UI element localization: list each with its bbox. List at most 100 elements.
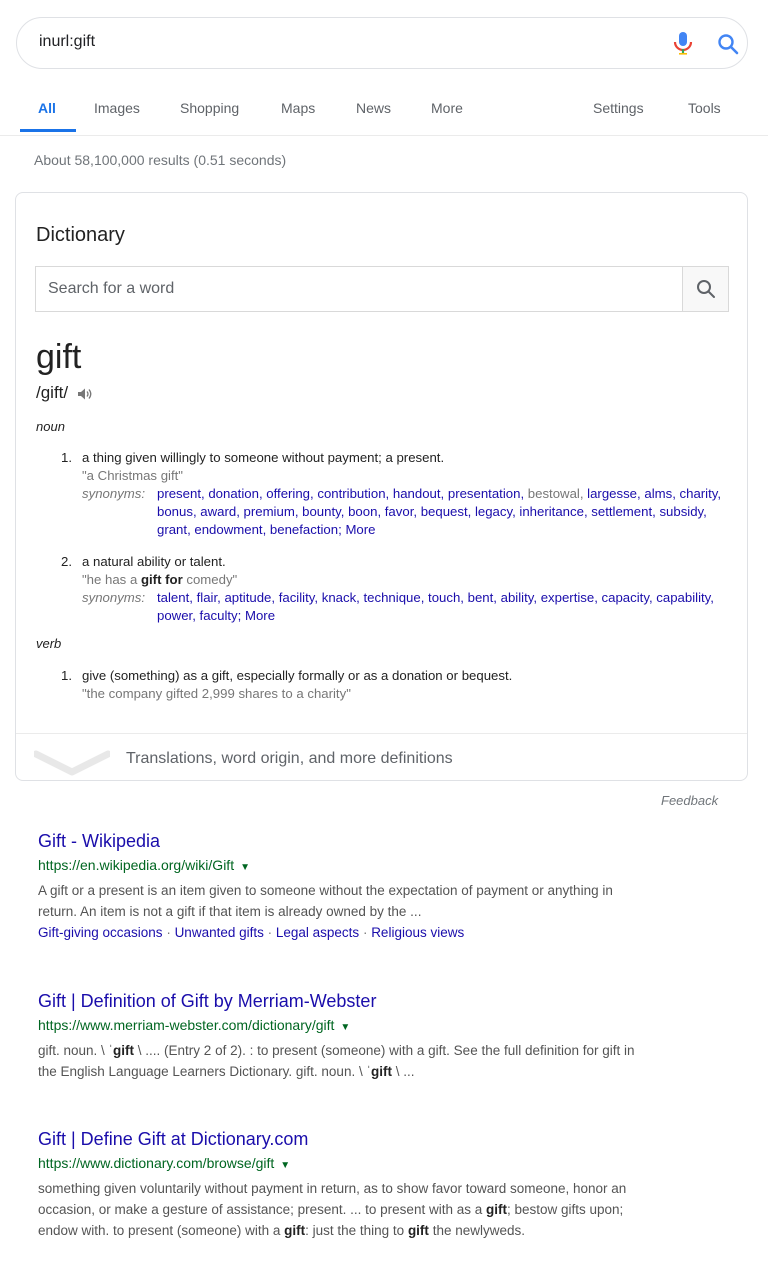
more-synonyms-link[interactable]: More <box>245 608 275 623</box>
synonym-link[interactable]: bonus <box>157 504 193 519</box>
tab-shopping[interactable]: Shopping <box>180 100 239 116</box>
synonym-link[interactable]: touch <box>428 590 460 605</box>
synonym-link[interactable]: grant <box>157 522 187 537</box>
synonym-link[interactable]: knack <box>322 590 356 605</box>
result-sitelinks: Gift-giving occasions · Unwanted gifts ·… <box>38 925 465 940</box>
synonym-link[interactable]: facility <box>279 590 315 605</box>
synonym-link[interactable]: subsidy <box>659 504 703 519</box>
synonym-link[interactable]: bequest <box>421 504 468 519</box>
synonym-link[interactable]: legacy <box>475 504 512 519</box>
search-result: Gift | Define Gift at Dictionary.com htt… <box>38 1128 738 1241</box>
sense-number: 1. <box>61 450 72 465</box>
synonym-link[interactable]: capacity <box>602 590 649 605</box>
divider <box>0 135 768 136</box>
synonym-link[interactable]: handout <box>393 486 441 501</box>
result-snippet: A gift or a present is an item given to … <box>38 883 613 919</box>
synonym-link[interactable]: flair <box>197 590 218 605</box>
chevron-down-icon[interactable] <box>34 746 110 778</box>
synonyms-row: synonyms: present, donation, offering, c… <box>82 485 732 539</box>
synonym-link[interactable]: contribution <box>317 486 385 501</box>
synonym-link[interactable]: charity <box>680 486 718 501</box>
synonym-link[interactable]: present <box>157 486 201 501</box>
part-of-speech-noun: noun <box>36 419 65 434</box>
synonym-link[interactable]: premium <box>244 504 295 519</box>
dictionary-search-button[interactable] <box>682 266 729 312</box>
result-snippet: gift. noun. \ ˈgift \ .... (Entry 2 of 2… <box>38 1043 635 1079</box>
speaker-icon[interactable] <box>77 387 93 401</box>
dictionary-search-input[interactable] <box>46 279 650 299</box>
result-url: https://www.dictionary.com/browse/gift ▼ <box>38 1155 291 1171</box>
sense-example: "he has a gift for comedy" <box>82 572 238 587</box>
synonym-link: bestowal <box>527 486 580 501</box>
sitelink[interactable]: Legal aspects <box>276 925 359 940</box>
search-input[interactable] <box>39 33 599 51</box>
synonym-link[interactable]: inheritance <box>519 504 584 519</box>
tab-all[interactable]: All <box>38 100 56 116</box>
synonym-link[interactable]: talent <box>157 590 189 605</box>
tab-more[interactable]: More <box>431 100 463 116</box>
feedback-link[interactable]: Feedback <box>661 793 718 808</box>
synonym-link[interactable]: expertise <box>541 590 595 605</box>
synonym-link[interactable]: award <box>200 504 236 519</box>
tab-images[interactable]: Images <box>94 100 140 116</box>
synonyms-label: synonyms: <box>82 590 146 605</box>
synonym-link[interactable]: offering <box>266 486 310 501</box>
synonyms-list: present, donation, offering, contributio… <box>157 486 722 537</box>
dictionary-search-box[interactable] <box>35 266 683 312</box>
more-definitions-link[interactable]: Translations, word origin, and more defi… <box>126 750 453 768</box>
microphone-icon[interactable] <box>672 31 694 55</box>
synonym-link[interactable]: favor <box>385 504 414 519</box>
result-title[interactable]: Gift | Definition of Gift by Merriam-Web… <box>38 990 738 1012</box>
result-url: https://www.merriam-webster.com/dictiona… <box>38 1017 351 1033</box>
sitelink[interactable]: Religious views <box>371 925 464 940</box>
result-title[interactable]: Gift - Wikipedia <box>38 830 738 852</box>
tab-tools[interactable]: Tools <box>688 100 721 116</box>
synonyms-list: talent, flair, aptitude, facility, knack… <box>157 590 714 623</box>
synonym-link[interactable]: bent <box>468 590 494 605</box>
sense-example: "the company gifted 2,999 shares to a ch… <box>82 686 351 701</box>
active-tab-indicator <box>20 129 76 132</box>
caret-down-icon[interactable]: ▼ <box>280 1160 290 1171</box>
tab-settings[interactable]: Settings <box>593 100 644 116</box>
search-icon <box>697 280 715 298</box>
sense-example: "a Christmas gift" <box>82 468 183 483</box>
synonym-link[interactable]: faculty <box>200 608 238 623</box>
sense-definition: a natural ability or talent. <box>82 554 226 569</box>
caret-down-icon[interactable]: ▼ <box>240 862 250 873</box>
synonym-link[interactable]: presentation <box>448 486 521 501</box>
sitelink[interactable]: Gift-giving occasions <box>38 925 163 940</box>
tab-maps[interactable]: Maps <box>281 100 315 116</box>
result-url: https://en.wikipedia.org/wiki/Gift ▼ <box>38 857 250 873</box>
sense-definition: give (something) as a gift, especially f… <box>82 668 513 683</box>
synonym-link[interactable]: endowment <box>194 522 262 537</box>
synonym-link[interactable]: power <box>157 608 192 623</box>
synonym-link[interactable]: technique <box>364 590 421 605</box>
caret-down-icon[interactable]: ▼ <box>340 1022 350 1033</box>
more-synonyms-link[interactable]: More <box>345 522 375 537</box>
synonym-link[interactable]: boon <box>348 504 377 519</box>
search-result: Gift - Wikipedia https://en.wikipedia.or… <box>38 830 738 943</box>
result-title[interactable]: Gift | Define Gift at Dictionary.com <box>38 1128 738 1150</box>
divider <box>16 733 747 734</box>
search-bar[interactable] <box>16 17 748 69</box>
synonym-link[interactable]: alms <box>644 486 672 501</box>
sitelink[interactable]: Unwanted gifts <box>175 925 264 940</box>
search-tabs: All Images Shopping Maps News More Setti… <box>0 96 768 136</box>
synonym-link[interactable]: benefaction <box>270 522 338 537</box>
synonym-link[interactable]: bounty <box>302 504 341 519</box>
dictionary-title: Dictionary <box>36 224 125 246</box>
result-stats: About 58,100,000 results (0.51 seconds) <box>34 152 287 168</box>
synonym-link[interactable]: aptitude <box>224 590 271 605</box>
synonym-link[interactable]: largesse <box>587 486 637 501</box>
sense-number: 1. <box>61 668 72 683</box>
search-result: Gift | Definition of Gift by Merriam-Web… <box>38 990 738 1082</box>
synonym-link[interactable]: ability <box>501 590 534 605</box>
part-of-speech-verb: verb <box>36 636 62 651</box>
synonym-link[interactable]: capability <box>656 590 710 605</box>
headword: gift <box>36 338 82 376</box>
tab-news[interactable]: News <box>356 100 391 116</box>
search-icon[interactable] <box>716 32 740 56</box>
dictionary-card: Dictionary gift /gift/ noun 1. a thing g… <box>15 192 748 781</box>
synonym-link[interactable]: donation <box>208 486 259 501</box>
synonym-link[interactable]: settlement <box>591 504 652 519</box>
